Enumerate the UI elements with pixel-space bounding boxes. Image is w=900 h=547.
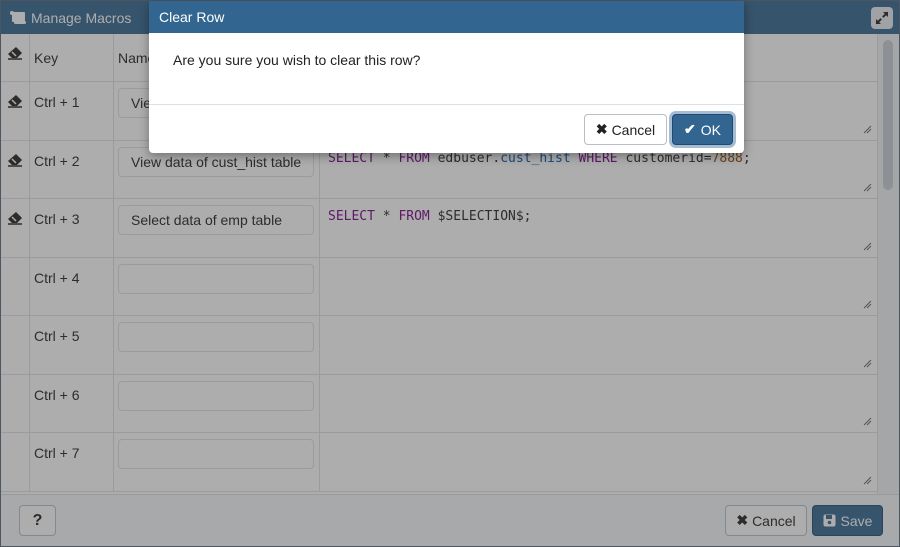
macro-row: Ctrl + 5 [1,316,878,375]
clear-row-button[interactable] [1,199,30,257]
macro-key: Ctrl + 1 [30,82,114,140]
macro-sql-editor[interactable] [320,375,878,433]
macro-sql-editor[interactable] [320,433,878,491]
macro-row: Ctrl + 3 Select data of emp table SELECT *… [1,199,878,258]
resize-handle-icon[interactable] [863,359,872,368]
dialog-footer: ✖ Cancel ✔ OK [149,105,744,153]
save-button[interactable]: Save [812,505,883,536]
vertical-scrollbar[interactable] [877,34,899,496]
dialog-header: Clear Row [149,1,744,33]
clear-row-button[interactable] [1,82,30,140]
macro-sql-editor[interactable]: SELECT * FROM $SELECTION$; [320,199,878,257]
macro-name-input[interactable]: Select data of emp table [118,205,314,235]
column-header-key: Key [30,34,114,81]
macro-name-input[interactable] [118,263,314,294]
save-label: Save [840,512,873,529]
save-icon [823,514,836,527]
eraser-icon [8,153,22,167]
check-icon: ✔ [684,121,696,137]
dialog-message: Are you sure you wish to clear this row? [173,52,421,68]
help-button[interactable]: ? [19,505,56,536]
eraser-icon [8,47,22,60]
expand-icon [876,12,888,24]
macro-key: Ctrl + 3 [30,199,114,257]
dialog-ok-label: OK [700,121,721,138]
sql-token: $SELECTION$; [429,209,532,224]
window-footer: ? ✖ Cancel Save [1,494,899,546]
macro-key: Ctrl + 6 [30,374,114,432]
dialog-cancel-label: Cancel [611,121,656,138]
eraser-icon [8,95,22,108]
macro-name-input[interactable] [118,322,314,352]
window-title: Manage Macros [31,9,132,26]
macro-name-input[interactable] [118,380,314,411]
clear-row-button[interactable] [1,140,30,198]
sql-token: SELECT [328,209,375,224]
cancel-label: Cancel [752,512,796,529]
scroll-icon [10,10,26,24]
maximize-button[interactable] [871,7,893,29]
macro-row: Ctrl + 6 [1,374,878,433]
dialog-body: Are you sure you wish to clear this row? [149,33,744,105]
macro-name-input[interactable] [118,439,314,469]
resize-handle-icon[interactable] [863,125,872,134]
resize-handle-icon[interactable] [863,417,872,426]
resize-handle-icon[interactable] [863,300,872,309]
macro-sql-editor[interactable] [320,258,878,316]
sql-token: FROM [398,209,430,224]
macro-key: Ctrl + 2 [30,140,114,198]
close-icon: ✖ [736,512,749,528]
sql-token: ; [742,150,751,166]
resize-handle-icon[interactable] [863,476,872,485]
macro-key: Ctrl + 5 [30,316,114,374]
macro-row: Ctrl + 4 [1,257,878,316]
dialog-ok-button[interactable]: ✔ OK [672,114,733,145]
close-icon: ✖ [595,121,608,137]
cancel-button[interactable]: ✖ Cancel [725,505,807,536]
macro-sql-editor[interactable] [320,316,878,374]
macro-row: Ctrl + 7 [1,433,878,492]
scrollbar-thumb[interactable] [883,40,893,190]
macro-key: Ctrl + 4 [30,257,114,315]
dialog-title: Clear Row [159,9,225,25]
resize-handle-icon[interactable] [863,242,872,251]
clear-row-dialog: Clear Row Are you sure you wish to clear… [149,1,744,153]
eraser-icon [8,212,22,225]
macro-key: Ctrl + 7 [30,433,114,491]
resize-handle-icon[interactable] [863,183,872,192]
dialog-cancel-button[interactable]: ✖ Cancel [584,114,667,145]
sql-token: * [374,209,399,224]
